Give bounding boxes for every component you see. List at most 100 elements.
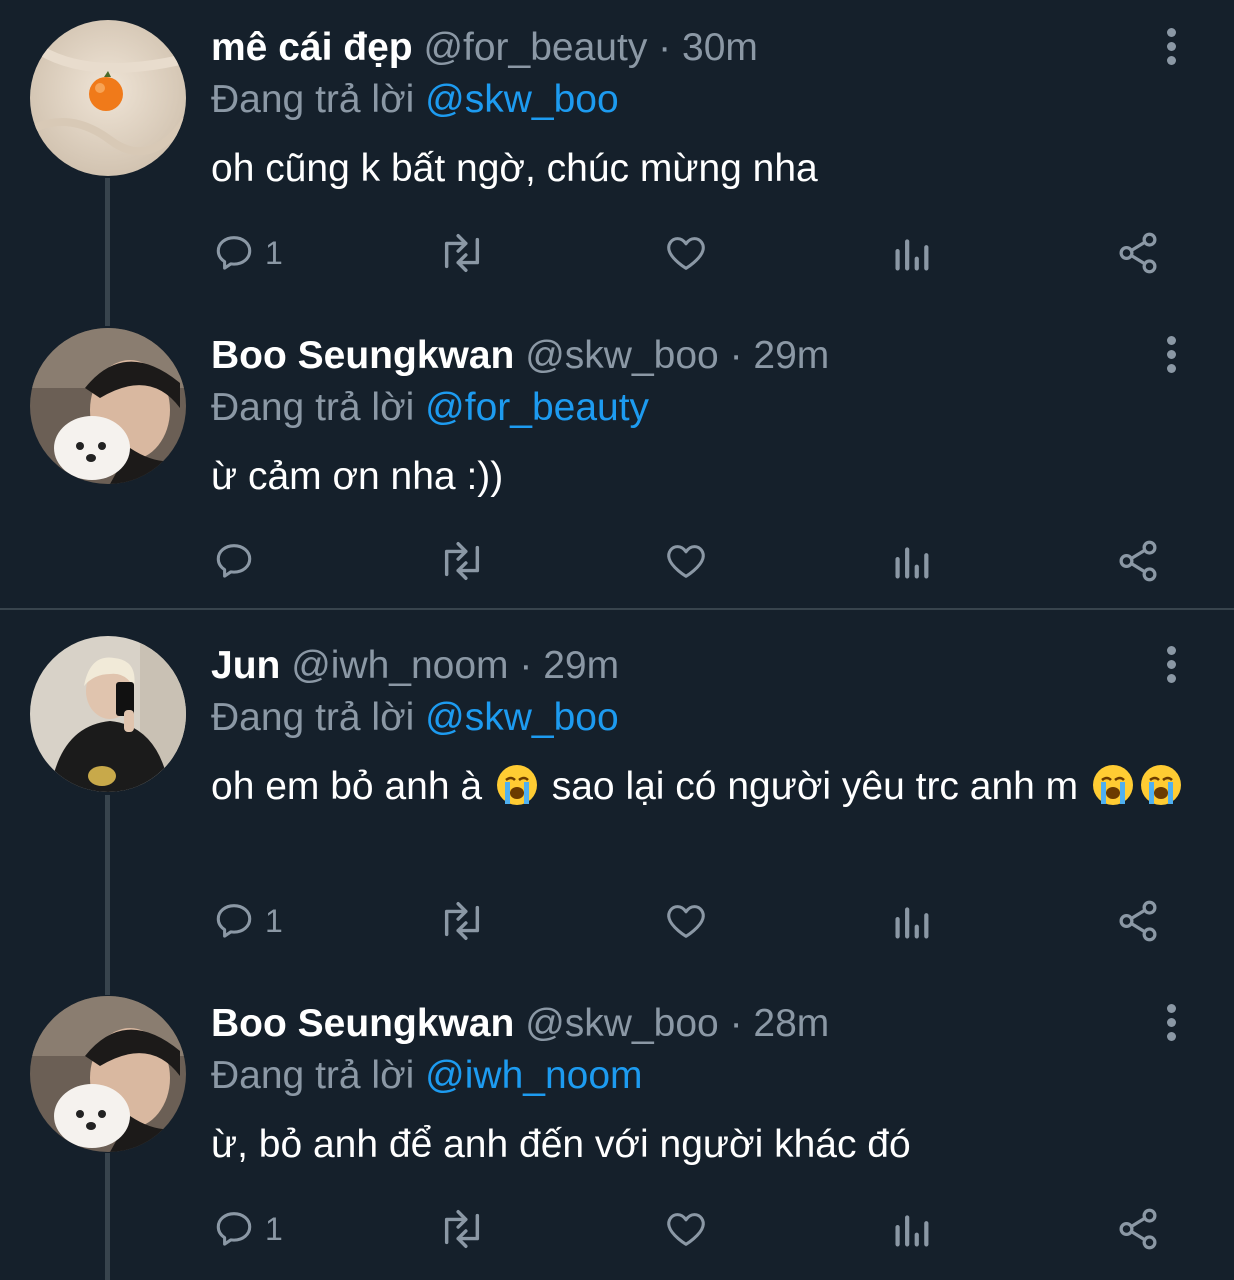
reply-prefix: Đang trả lời	[211, 696, 415, 739]
reply-count: 1	[265, 1210, 283, 1247]
reply-button[interactable]: 1	[211, 230, 283, 276]
display-name[interactable]: Boo Seungkwan	[211, 334, 514, 377]
tweet-header: mê cái đẹp @for_beauty · 30m	[211, 24, 758, 72]
reply-mention[interactable]: @skw_boo	[425, 78, 619, 121]
retweet-icon	[444, 542, 480, 580]
user-handle[interactable]: @skw_boo	[525, 1002, 719, 1045]
views-button[interactable]	[891, 1206, 931, 1252]
avatar[interactable]	[30, 636, 186, 792]
reply-prefix: Đang trả lời	[211, 78, 415, 121]
reply-prefix: Đang trả lời	[211, 1054, 415, 1097]
analytics-icon	[895, 907, 929, 939]
views-button[interactable]	[891, 898, 931, 944]
retweet-button[interactable]	[435, 230, 489, 276]
more-vertical-icon[interactable]	[1158, 28, 1184, 68]
analytics-icon	[895, 239, 929, 271]
user-handle[interactable]: @skw_boo	[525, 334, 719, 377]
user-handle[interactable]: @iwh_noom	[291, 644, 508, 687]
reply-button[interactable]: 1	[211, 898, 283, 944]
display-name[interactable]: mê cái đẹp	[211, 26, 413, 69]
reply-icon	[216, 1212, 252, 1246]
reply-icon	[216, 904, 252, 938]
analytics-icon	[895, 547, 929, 579]
separator-dot: ·	[729, 334, 743, 377]
reply-icon	[216, 236, 252, 270]
share-button[interactable]	[1115, 538, 1161, 584]
timestamp[interactable]: 29m	[543, 644, 619, 687]
avatar[interactable]	[30, 996, 186, 1152]
reply-context: Đang trả lời @for_beauty	[211, 384, 649, 432]
reply-context: Đang trả lời @iwh_noom	[211, 1052, 643, 1100]
share-icon	[1119, 1208, 1157, 1250]
tweet[interactable]: Boo Seungkwan @skw_boo · 29m Đang trả lờ…	[0, 308, 1234, 608]
heart-icon	[667, 905, 705, 938]
reply-icon	[216, 544, 252, 578]
tweet-text-part: sao lại có người yêu trc anh m	[551, 765, 1079, 808]
thread-divider	[0, 608, 1234, 610]
reply-context: Đang trả lời @skw_boo	[211, 694, 619, 742]
reply-context: Đang trả lời @skw_boo	[211, 76, 619, 124]
separator-dot: ·	[729, 1002, 743, 1045]
reply-count: 1	[265, 902, 283, 939]
heart-icon	[667, 545, 705, 578]
share-button[interactable]	[1115, 230, 1161, 276]
loudly-crying-face-emoji	[1141, 765, 1182, 805]
tweet-text-part: oh em bỏ anh à	[211, 765, 483, 808]
display-name[interactable]: Jun	[211, 644, 280, 687]
share-icon	[1119, 232, 1157, 274]
views-button[interactable]	[891, 230, 931, 276]
separator-dot: ·	[519, 644, 533, 687]
reply-mention[interactable]: @for_beauty	[425, 386, 649, 429]
tweet[interactable]: Jun @iwh_noom · 29m Đang trả lời @skw_bo…	[0, 618, 1234, 978]
tweet-header: Boo Seungkwan @skw_boo · 28m	[211, 1000, 829, 1048]
like-button[interactable]	[663, 1206, 709, 1252]
separator-dot: ·	[658, 26, 672, 69]
like-button[interactable]	[663, 538, 709, 584]
share-button[interactable]	[1115, 898, 1161, 944]
views-button[interactable]	[891, 538, 931, 584]
retweet-icon	[444, 1210, 480, 1248]
tweet-header: Boo Seungkwan @skw_boo · 29m	[211, 332, 829, 380]
tweet-text: oh em bỏ anh à sao lại có người yêu trc …	[211, 760, 1196, 814]
retweet-button[interactable]	[435, 1206, 489, 1252]
heart-icon	[667, 1213, 705, 1246]
retweet-button[interactable]	[435, 538, 489, 584]
share-icon	[1119, 540, 1157, 582]
more-vertical-icon[interactable]	[1158, 646, 1184, 686]
timestamp[interactable]: 28m	[753, 1002, 829, 1045]
loudly-crying-face-emoji	[1093, 765, 1134, 805]
avatar[interactable]	[30, 328, 186, 484]
retweet-button[interactable]	[435, 898, 489, 944]
retweet-icon	[444, 902, 480, 940]
reply-button[interactable]: 1	[211, 1206, 283, 1252]
timestamp[interactable]: 29m	[753, 334, 829, 377]
more-vertical-icon[interactable]	[1158, 336, 1184, 376]
tweet-header: Jun @iwh_noom · 29m	[211, 642, 619, 690]
like-button[interactable]	[663, 898, 709, 944]
display-name[interactable]: Boo Seungkwan	[211, 1002, 514, 1045]
reply-count: 1	[265, 234, 283, 271]
share-icon	[1119, 900, 1157, 942]
like-button[interactable]	[663, 230, 709, 276]
heart-icon	[667, 237, 705, 270]
tweet-text: oh cũng k bất ngờ, chúc mừng nha	[211, 147, 818, 190]
user-handle[interactable]: @for_beauty	[423, 26, 647, 69]
reply-mention[interactable]: @skw_boo	[425, 696, 619, 739]
tweet-actions: 1	[211, 898, 1171, 944]
more-vertical-icon[interactable]	[1158, 1004, 1184, 1044]
analytics-icon	[895, 1215, 929, 1247]
tweet-text: ừ, bỏ anh để anh đến với người khác đó	[211, 1123, 911, 1166]
loudly-crying-face-emoji	[496, 765, 537, 805]
avatar[interactable]	[30, 20, 186, 176]
share-button[interactable]	[1115, 1206, 1161, 1252]
tweet[interactable]: mê cái đẹp @for_beauty · 30m Đang trả lờ…	[0, 0, 1234, 300]
tweet-text: ừ cảm ơn nha :))	[211, 455, 504, 498]
retweet-icon	[444, 234, 480, 272]
reply-mention[interactable]: @iwh_noom	[425, 1054, 642, 1097]
timestamp[interactable]: 30m	[682, 26, 758, 69]
reply-prefix: Đang trả lời	[211, 386, 415, 429]
tweet-actions	[211, 538, 1171, 584]
tweet[interactable]: Boo Seungkwan @skw_boo · 28m Đang trả lờ…	[0, 976, 1234, 1280]
reply-button[interactable]	[211, 538, 265, 584]
tweet-actions: 1	[211, 1206, 1171, 1252]
